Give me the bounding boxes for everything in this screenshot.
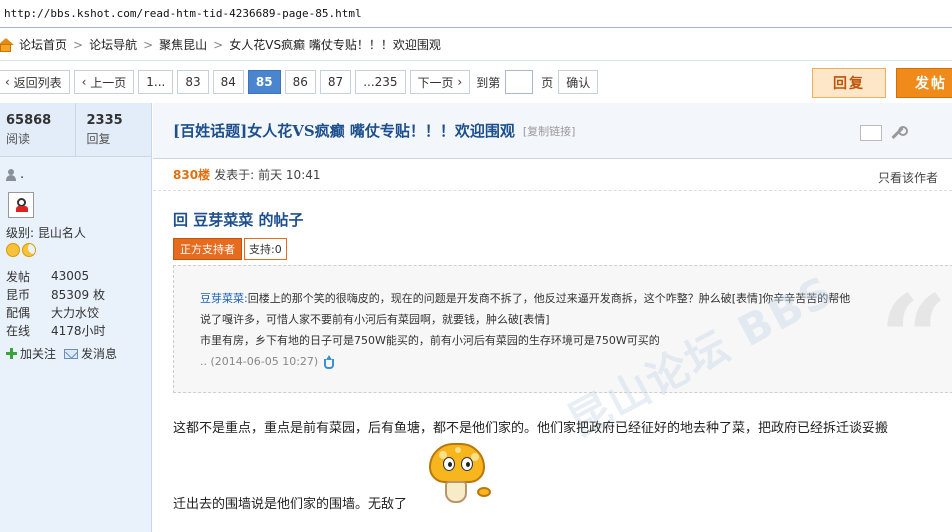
chevron-right-icon: > — [143, 37, 154, 52]
thread-stats: 65868 阅读 2335 回复 — [0, 103, 151, 157]
current-page: 85 — [247, 70, 281, 94]
jump-to-post-icon[interactable] — [321, 355, 335, 369]
page-link[interactable]: 87 — [319, 70, 352, 94]
breadcrumb-forum-home[interactable]: 论坛首页 — [19, 36, 67, 53]
floor-number: 830楼 — [173, 168, 211, 182]
quote-block: “ 豆芽菜菜:回楼上的那个笑的很嗨皮的，现在的问题是开发商不拆了，他反过来逼开发… — [173, 265, 952, 393]
post-meta: 830楼 发表于: 前天 10:41 只看该作者 — [153, 159, 952, 191]
confirm-button[interactable]: 确认 — [558, 70, 599, 94]
breadcrumb: 论坛首页 > 论坛导航 > 聚焦昆山 > 女人花VS疯癫 嘴仗专贴！！！欢迎围观 — [0, 29, 952, 61]
copy-link[interactable]: [复制链接] — [523, 123, 576, 139]
user-info: 发帖 43005 昆币 85309 枚 配偶 大力水饺 在线 4178小时 — [6, 269, 106, 338]
reply-title: 回 豆芽菜菜 的帖子 — [173, 211, 304, 229]
wrench-icon[interactable] — [890, 126, 908, 140]
goto-label: 到第 — [476, 75, 501, 90]
username[interactable]: . — [20, 167, 24, 182]
author-sidebar: 65868 阅读 2335 回复 . 级别: 昆山名人 发帖 43005 昆币 85… — [0, 103, 152, 532]
avatar[interactable] — [8, 192, 34, 218]
post-count: 43005 — [51, 269, 90, 283]
quote-mark-icon: “ — [878, 269, 948, 393]
next-page-button[interactable]: 下一页 › — [409, 70, 471, 94]
sun-medal-icon — [6, 243, 20, 257]
mail-icon — [64, 348, 79, 359]
page-link[interactable]: 83 — [177, 70, 209, 94]
breadcrumb-section[interactable]: 聚焦昆山 — [159, 36, 207, 53]
user-rank: 级别: 昆山名人 — [6, 226, 86, 240]
post-time: 前天 10:41 — [258, 168, 321, 182]
home-icon[interactable] — [0, 37, 14, 53]
new-post-button[interactable]: 发帖 — [896, 68, 952, 98]
goto-unit-label: 页 — [541, 75, 554, 90]
coin-count: 85309 枚 — [51, 287, 105, 302]
send-message-button[interactable]: 发消息 — [64, 345, 117, 362]
post-body-line: 迁出去的围墙说是他们家的围墙。无敌了 — [173, 497, 408, 512]
reply-count: 2335 — [86, 113, 123, 128]
address-bar[interactable]: http://bbs.kshot.com/read-htm-tid-423668… — [0, 0, 952, 28]
quote-date: .. (2014-06-05 10:27) — [200, 355, 319, 368]
pagination-bar: ‹ 返回列表 ‹ 上一页 1... 83 84 85 86 87 ...235 … — [0, 62, 952, 102]
reply-label: 回复 — [86, 132, 111, 146]
support-tag: 正方支持者 — [173, 238, 242, 260]
online-hours: 4178小时 — [51, 323, 106, 338]
quote-author[interactable]: 豆芽菜菜: — [200, 292, 248, 305]
page-link[interactable]: 84 — [212, 70, 244, 94]
breadcrumb-forum-nav[interactable]: 论坛导航 — [89, 36, 137, 53]
back-to-list-button[interactable]: ‹ 返回列表 — [0, 70, 70, 94]
read-count: 65868 — [6, 113, 52, 128]
chevron-right-icon: > — [73, 37, 84, 52]
support-count: 支持:0 — [244, 238, 287, 260]
font-size-box[interactable] — [860, 125, 882, 141]
thread-header: [百姓话题]女人花VS疯癫 嘴仗专贴！！！欢迎围观 [复制链接] — [153, 103, 952, 159]
page-link[interactable]: 86 — [284, 70, 316, 94]
prev-page-button[interactable]: ‹ 上一页 — [73, 70, 135, 94]
only-author-link[interactable]: 只看该作者 — [878, 169, 938, 186]
chevron-right-icon: > — [213, 37, 224, 52]
plus-icon — [6, 348, 17, 359]
page-link[interactable]: 1... — [138, 70, 174, 94]
mushroom-emoji-icon — [427, 443, 493, 511]
url-text: http://bbs.kshot.com/read-htm-tid-423668… — [4, 7, 362, 20]
read-label: 阅读 — [6, 132, 31, 146]
page-link[interactable]: ...235 — [355, 70, 406, 94]
user-icon — [6, 168, 16, 181]
moon-medal-icon — [22, 243, 36, 257]
post-area: [百姓话题]女人花VS疯癫 嘴仗专贴！！！欢迎围观 [复制链接] 830楼 发表… — [153, 103, 952, 532]
thread-title: [百姓话题]女人花VS疯癫 嘴仗专贴！！！欢迎围观 — [173, 122, 515, 140]
follow-button[interactable]: 加关注 — [6, 345, 56, 362]
spouse: 大力水饺 — [51, 305, 100, 320]
medals — [6, 243, 151, 257]
reply-button[interactable]: 回复 — [812, 68, 886, 98]
goto-page-input[interactable] — [505, 70, 534, 94]
post-body-line: 这都不是重点，重点是前有菜园，后有鱼塘，都不是他们家的。他们家把政府已经征好的地… — [173, 421, 889, 436]
breadcrumb-thread[interactable]: 女人花VS疯癫 嘴仗专贴！！！欢迎围观 — [229, 36, 441, 53]
